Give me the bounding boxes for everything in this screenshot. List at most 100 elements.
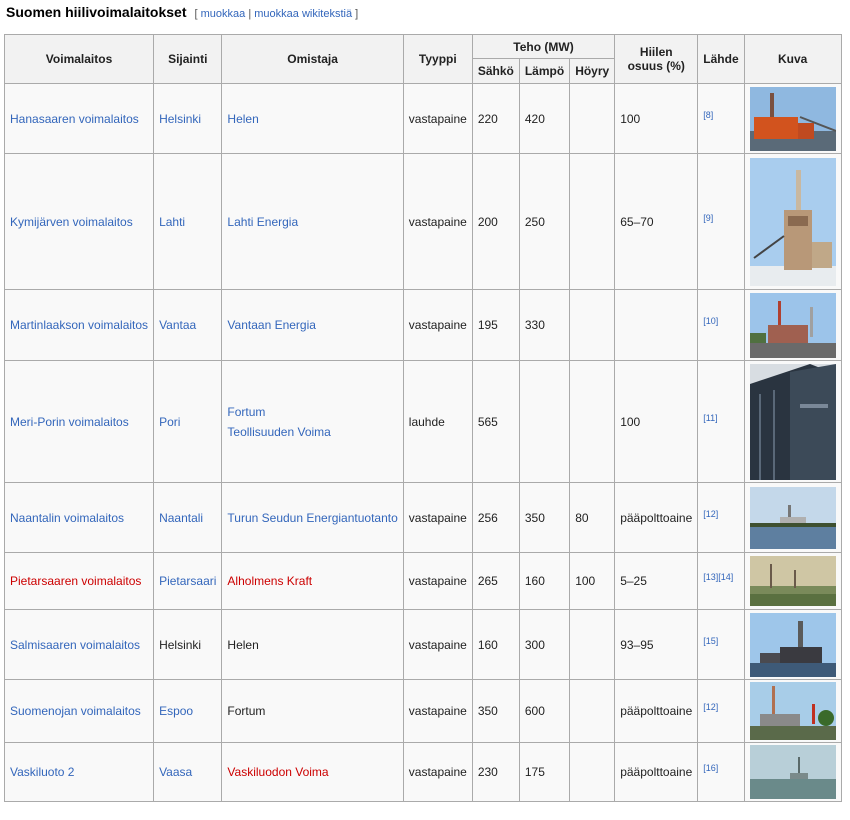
plant-photo[interactable] <box>749 363 836 480</box>
steam-cell <box>569 679 616 743</box>
steam-cell: 80 <box>569 482 616 553</box>
header-coal-share[interactable]: Hiilen osuus (%) <box>614 34 699 84</box>
header-coal-share-line1: Hiilen <box>639 45 673 59</box>
owner-link[interactable]: Lahti Energia <box>227 215 298 229</box>
plant-photo[interactable] <box>749 556 836 606</box>
electric-cell: 200 <box>471 153 520 290</box>
type-cell: vastapaine <box>402 153 473 290</box>
plant-link[interactable]: Meri-Porin voimalaitos <box>10 415 129 429</box>
location-link[interactable]: Espoo <box>159 704 193 718</box>
type-cell: vastapaine <box>402 289 473 361</box>
type-cell: vastapaine <box>402 679 473 743</box>
owner-cell: Fortum <box>221 679 404 743</box>
heat-cell: 160 <box>518 552 571 610</box>
header-electric[interactable]: Sähkö <box>471 58 520 84</box>
owner-cell: Helen <box>221 609 404 680</box>
type-cell: vastapaine <box>402 609 473 680</box>
coal-share-cell: 100 <box>614 83 699 154</box>
owner-link[interactable]: Helen <box>227 112 258 126</box>
steam-cell <box>569 289 616 361</box>
header-location[interactable]: Sijainti <box>153 34 223 84</box>
owner-link[interactable]: Fortum <box>227 405 265 419</box>
edit-separator: | <box>248 8 252 20</box>
plant-photo[interactable] <box>749 86 836 151</box>
plant-link[interactable]: Kymijärven voimalaitos <box>10 215 133 229</box>
heat-cell: 330 <box>518 289 571 361</box>
source-ref[interactable]: [8] <box>703 110 713 120</box>
electric-cell: 350 <box>471 679 520 743</box>
source-ref[interactable]: [11] <box>703 413 717 423</box>
electric-cell: 220 <box>471 83 520 154</box>
location-link[interactable]: Vantaa <box>159 318 196 332</box>
plant-photo[interactable] <box>749 157 836 286</box>
owner-link[interactable]: Vantaan Energia <box>227 318 316 332</box>
table-row: Kymijärven voimalaitos Lahti Lahti Energ… <box>3 153 842 290</box>
owner-link-2[interactable]: Teollisuuden Voima <box>227 425 330 439</box>
plant-photo[interactable] <box>749 486 836 549</box>
coal-share-cell: pääpolttoaine <box>614 482 699 553</box>
header-steam[interactable]: Höyry <box>569 58 616 84</box>
owner-link[interactable]: Alholmens Kraft <box>227 574 312 588</box>
header-capacity: Teho (MW) <box>471 34 616 59</box>
type-cell: vastapaine <box>402 742 473 802</box>
header-image: Kuva <box>743 34 842 84</box>
plant-photo[interactable] <box>749 292 836 358</box>
edit-link[interactable]: muokkaa <box>201 8 246 20</box>
source-ref[interactable]: [12] <box>703 509 718 519</box>
plant-link[interactable]: Pietarsaaren voimalaitos <box>10 574 141 588</box>
edit-bracket-close: ] <box>355 8 359 20</box>
heat-cell: 250 <box>518 153 571 290</box>
source-ref[interactable]: [9] <box>703 213 713 223</box>
table-row: Pietarsaaren voimalaitos Pietarsaari Alh… <box>3 552 842 610</box>
type-cell: vastapaine <box>402 482 473 553</box>
heat-cell: 600 <box>518 679 571 743</box>
source-ref[interactable]: [15] <box>703 636 718 646</box>
source-ref[interactable]: [10] <box>703 316 718 326</box>
table-row: Salmisaaren voimalaitos Helsinki Helen v… <box>3 609 842 680</box>
source-ref[interactable]: [13][14] <box>703 572 733 582</box>
plant-link[interactable]: Naantalin voimalaitos <box>10 511 124 525</box>
electric-cell: 160 <box>471 609 520 680</box>
type-cell: vastapaine <box>402 552 473 610</box>
table-row: Martinlaakson voimalaitos Vantaa Vantaan… <box>3 289 842 361</box>
header-type[interactable]: Tyyppi <box>402 34 473 84</box>
location-cell: Helsinki <box>153 609 223 680</box>
electric-cell: 256 <box>471 482 520 553</box>
location-link[interactable]: Pietarsaari <box>159 574 216 588</box>
table-row: Vaskiluoto 2 Vaasa Vaskiluodon Voima vas… <box>3 742 842 802</box>
location-link[interactable]: Vaasa <box>159 765 192 779</box>
plant-link[interactable]: Hanasaaren voimalaitos <box>10 112 139 126</box>
plant-link[interactable]: Suomenojan voimalaitos <box>10 704 141 718</box>
plant-link[interactable]: Salmisaaren voimalaitos <box>10 638 140 652</box>
owner-link[interactable]: Turun Seudun Energiantuotanto <box>227 511 397 525</box>
plant-photo[interactable] <box>749 745 836 799</box>
header-coal-share-line2: osuus (%) <box>627 59 685 73</box>
source-ref[interactable]: [16] <box>703 763 718 773</box>
header-plant[interactable]: Voimalaitos <box>3 34 155 84</box>
plant-photo[interactable] <box>749 612 836 677</box>
edit-source-link[interactable]: muokkaa wikitekstiä <box>254 8 352 20</box>
electric-cell: 230 <box>471 742 520 802</box>
header-heat[interactable]: Lämpö <box>518 58 571 84</box>
heat-cell: 175 <box>518 742 571 802</box>
heat-cell <box>518 360 571 483</box>
owner-link[interactable]: Vaskiluodon Voima <box>227 765 328 779</box>
header-source[interactable]: Lähde <box>697 34 745 84</box>
plant-link[interactable]: Vaskiluoto 2 <box>10 765 74 779</box>
edit-bracket-open: [ <box>194 8 198 20</box>
plant-photo[interactable] <box>749 682 836 740</box>
location-link[interactable]: Naantali <box>159 511 203 525</box>
header-owner[interactable]: Omistaja <box>221 34 404 84</box>
location-link[interactable]: Pori <box>159 415 180 429</box>
edit-links: [ muokkaa | muokkaa wikitekstiä ] <box>195 8 359 20</box>
type-cell: vastapaine <box>402 83 473 154</box>
steam-cell: 100 <box>569 552 616 610</box>
coal-share-cell: 5–25 <box>614 552 699 610</box>
location-link[interactable]: Lahti <box>159 215 185 229</box>
location-link[interactable]: Helsinki <box>159 112 201 126</box>
table-row: Meri-Porin voimalaitos Pori Fortum Teoll… <box>3 360 842 483</box>
electric-cell: 195 <box>471 289 520 361</box>
type-cell: lauhde <box>402 360 473 483</box>
plant-link[interactable]: Martinlaakson voimalaitos <box>10 318 148 332</box>
source-ref[interactable]: [12] <box>703 702 718 712</box>
